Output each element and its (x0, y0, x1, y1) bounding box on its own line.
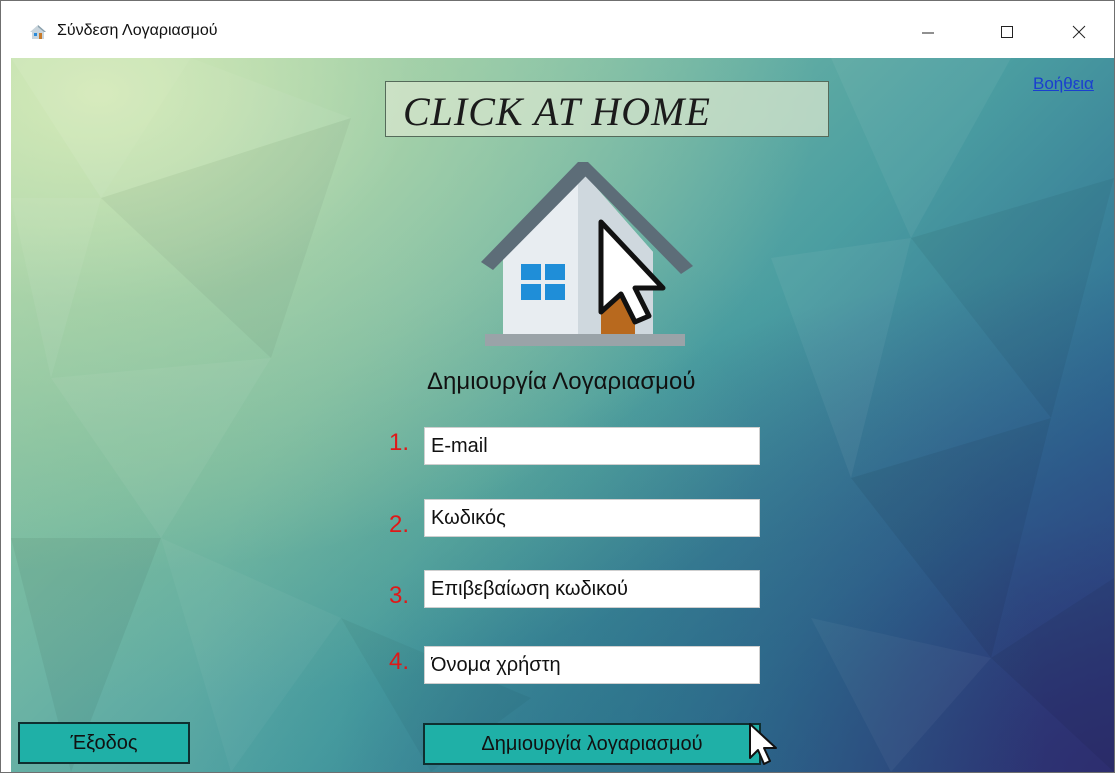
help-link[interactable]: Βοήθεια (1033, 74, 1094, 94)
field-number-2: 2. (389, 511, 410, 538)
house-logo-icon (481, 162, 693, 346)
email-field[interactable] (424, 427, 760, 465)
main-panel: Βοήθεια CLICK AT HOME Δημιουργία Λογαρια… (11, 58, 1114, 772)
mouse-pointer-icon (749, 723, 777, 765)
app-window: Σύνδεση Λογαριασμού Βοήθεια CLICK AT HOM… (0, 0, 1115, 773)
password-field[interactable] (424, 499, 760, 537)
close-button[interactable] (1056, 10, 1102, 54)
home-icon (30, 25, 46, 39)
logo-text: CLICK AT HOME (403, 89, 711, 134)
field-number-1: 1. (389, 429, 410, 456)
minimize-button[interactable] (905, 10, 951, 54)
field-number-3: 3. (389, 582, 410, 609)
username-field[interactable] (424, 646, 760, 684)
field-number-4: 4. (389, 648, 410, 675)
close-icon (1072, 25, 1086, 39)
window-title: Σύνδεση Λογαριασμού (57, 22, 218, 39)
minimize-icon (922, 32, 934, 34)
maximize-button[interactable] (984, 10, 1030, 54)
form-title: Δημιουργία Λογαριασμού (427, 368, 696, 395)
title-bar[interactable]: Σύνδεση Λογαριασμού (1, 1, 1114, 58)
confirm-password-field[interactable] (424, 570, 760, 608)
app-logo: CLICK AT HOME (385, 81, 829, 137)
create-account-button[interactable]: Δημιουργία λογαριασμού (423, 723, 761, 765)
maximize-icon (1001, 26, 1013, 38)
exit-button[interactable]: Έξοδος (18, 722, 190, 764)
